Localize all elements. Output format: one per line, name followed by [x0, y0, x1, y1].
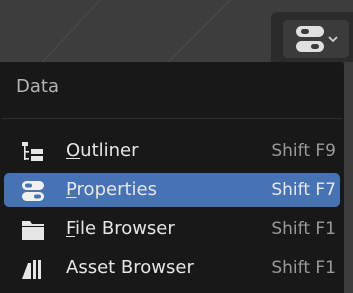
file-browser-icon	[22, 221, 44, 240]
editor-type-button-inner[interactable]	[283, 20, 349, 58]
menu-item-file-browser[interactable]: File Browser Shift F1	[4, 212, 340, 246]
menu-item-label: Outliner	[66, 140, 139, 161]
menu-header: Data	[16, 76, 59, 97]
menu-item-properties[interactable]: Properties Shift F7	[4, 173, 340, 207]
menu-item-shortcut: Shift F7	[271, 180, 336, 200]
menu-item-shortcut: Shift F1	[271, 258, 336, 278]
menu-item-label: File Browser	[66, 218, 175, 239]
properties-icon	[22, 181, 44, 201]
menu-item-label: Properties	[66, 179, 157, 200]
viewport-edge	[344, 62, 353, 293]
menu-item-shortcut: Shift F9	[271, 141, 336, 161]
menu-item-outliner[interactable]: Outliner Shift F9	[4, 134, 340, 168]
menu-item-shortcut: Shift F1	[271, 219, 336, 239]
outliner-icon	[22, 142, 43, 161]
menu-item-label: Asset Browser	[66, 257, 194, 278]
asset-browser-icon	[22, 260, 41, 279]
editor-type-menu: Data Outliner Shift F9 Properties Shift …	[0, 62, 344, 293]
editor-type-button[interactable]	[271, 12, 353, 64]
chevron-down-icon	[328, 36, 338, 43]
menu-separator	[2, 118, 342, 119]
menu-item-asset-browser[interactable]: Asset Browser Shift F1	[4, 251, 340, 285]
